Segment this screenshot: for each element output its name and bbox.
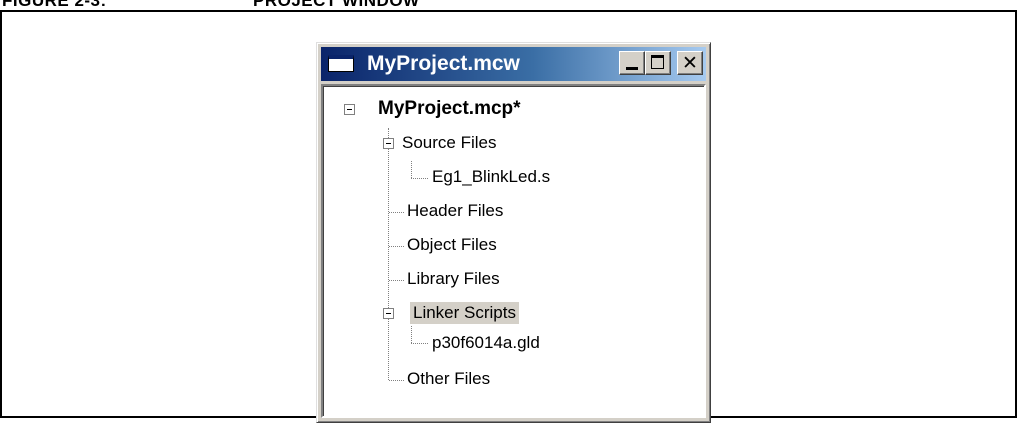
tree-item-object-files[interactable]: Object Files — [404, 234, 500, 256]
tree-root-project[interactable]: MyProject.mcp* — [375, 98, 524, 120]
tree-item-eg1-blinkled[interactable]: Eg1_BlinkLed.s — [429, 166, 553, 188]
close-icon: ✕ — [682, 52, 698, 74]
tree-line-level1 — [388, 128, 389, 380]
window-title: MyProject.mcw — [367, 52, 520, 75]
tree-item-library-files[interactable]: Library Files — [404, 268, 503, 290]
window-titlebar[interactable]: MyProject.mcw ✕ — [321, 47, 706, 81]
minimize-button[interactable] — [619, 51, 645, 75]
minimize-icon — [626, 67, 638, 70]
tree-line-source-children — [411, 161, 412, 178]
close-button[interactable]: ✕ — [677, 51, 703, 75]
tree-item-other-files[interactable]: Other Files — [404, 368, 493, 390]
root-expander[interactable] — [344, 104, 355, 115]
tree-item-linker-scripts[interactable]: Linker Scripts — [410, 302, 519, 324]
tree-line-linker-children — [411, 326, 412, 343]
project-tree: MyProject.mcp* Source Files Eg1_BlinkLed… — [323, 86, 704, 416]
maximize-button[interactable] — [645, 51, 671, 75]
tree-item-header-files[interactable]: Header Files — [404, 200, 506, 222]
figure-frame: MyProject.mcw ✕ MyProject.mcp* Source Fi… — [0, 12, 1017, 423]
tree-item-source-files[interactable]: Source Files — [399, 132, 499, 154]
maximize-icon — [651, 55, 664, 69]
linker-scripts-expander[interactable] — [383, 308, 394, 319]
window-app-icon — [328, 55, 354, 72]
source-files-expander[interactable] — [383, 138, 394, 149]
project-tree-panel: MyProject.mcp* Source Files Eg1_BlinkLed… — [321, 84, 706, 418]
project-window: MyProject.mcw ✕ MyProject.mcp* Source Fi… — [316, 42, 711, 423]
tree-item-p30f6014a-gld[interactable]: p30f6014a.gld — [429, 332, 543, 354]
